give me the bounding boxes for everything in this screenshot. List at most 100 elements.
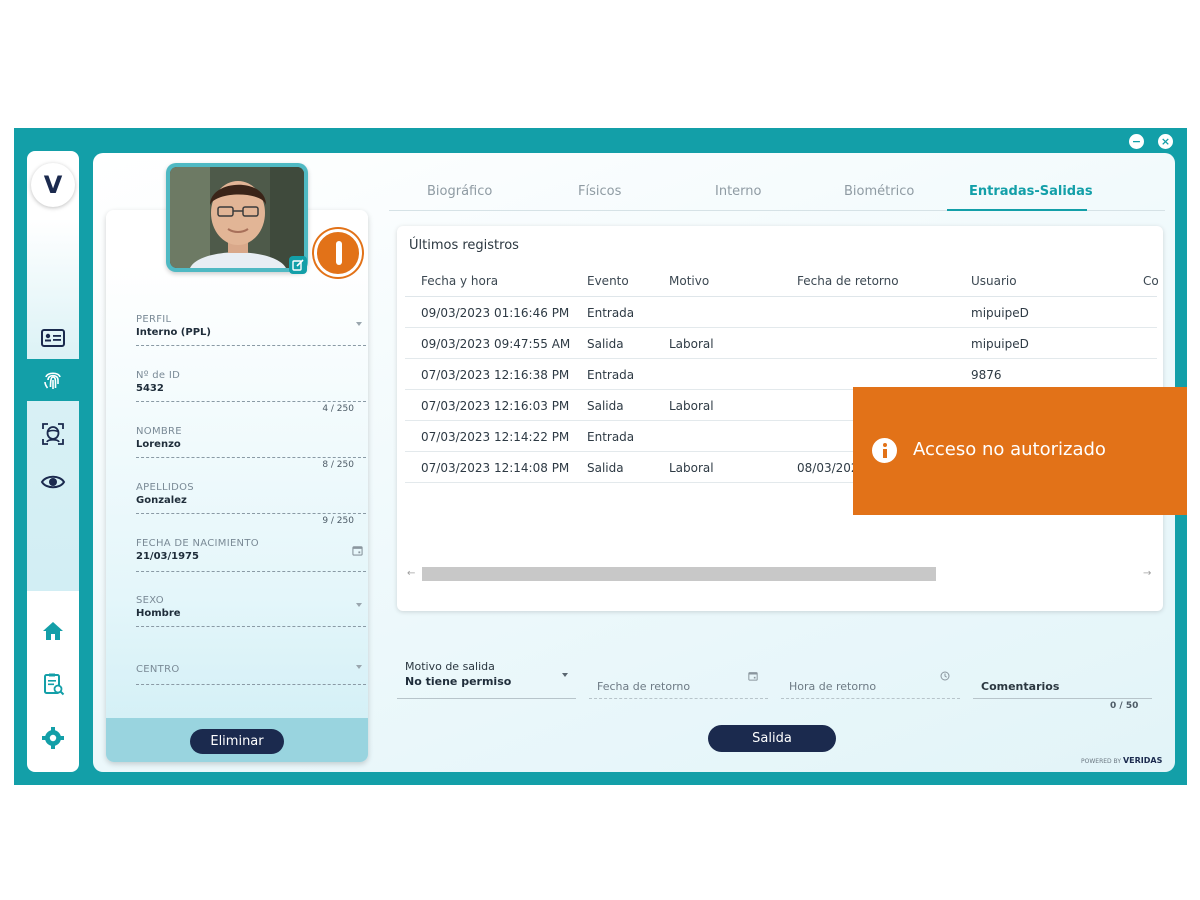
- rail-item-report[interactable]: [27, 663, 79, 705]
- column-header[interactable]: Fecha y hora: [421, 274, 498, 288]
- field-sex[interactable]: SEXO Hombre: [136, 595, 366, 627]
- comments-placeholder: Comentarios: [981, 680, 1060, 693]
- brand-name: VERIDAS: [1122, 756, 1163, 765]
- scroll-thumb[interactable]: [422, 567, 936, 581]
- cell-date: 07/03/2023 12:14:08 PM: [421, 461, 570, 475]
- return-time-placeholder: Hora de retorno: [789, 680, 877, 693]
- cell-user: mipuipeD: [971, 337, 1029, 351]
- cell-user: mipuipeD: [971, 306, 1029, 320]
- field-id-number[interactable]: Nº de ID 5432: [136, 370, 366, 402]
- clock-icon[interactable]: [940, 671, 950, 681]
- cell-date: 07/03/2023 12:14:22 PM: [421, 430, 570, 444]
- tab-entradas-salidas[interactable]: Entradas-Salidas: [969, 184, 1093, 199]
- chevron-down-icon: [356, 603, 362, 607]
- cell-return-date: 08/03/202: [797, 461, 859, 475]
- cell-reason: Laboral: [669, 461, 714, 475]
- tab-biografico[interactable]: Biográfico: [427, 184, 492, 199]
- rail-item-home[interactable]: [27, 610, 79, 652]
- field-value: Hombre: [136, 608, 181, 619]
- column-header[interactable]: Usuario: [971, 274, 1017, 288]
- table-row[interactable]: 09/03/2023 09:47:55 AM Salida Laboral mi…: [405, 328, 1157, 359]
- cell-event: Salida: [587, 399, 624, 413]
- table-row[interactable]: 07/03/2023 12:16:38 PM Entrada 9876: [405, 359, 1157, 390]
- return-date-input[interactable]: Fecha de retorno: [589, 653, 768, 699]
- powered-by-logo: POWERED BY VERIDAS: [1081, 756, 1162, 765]
- column-header[interactable]: Evento: [587, 274, 629, 288]
- comments-input[interactable]: Comentarios: [973, 653, 1152, 699]
- cell-event: Entrada: [587, 368, 635, 382]
- scroll-right-icon[interactable]: →: [1143, 567, 1151, 581]
- cell-user: 9876: [971, 368, 1002, 382]
- cell-date: 07/03/2023 12:16:38 PM: [421, 368, 570, 382]
- column-header[interactable]: Motivo: [669, 274, 709, 288]
- id-card-icon: [41, 329, 65, 347]
- field-center[interactable]: CENTRO: [136, 664, 366, 685]
- scroll-left-icon[interactable]: ←: [407, 567, 415, 581]
- tab-fisicos[interactable]: Físicos: [578, 184, 621, 199]
- delete-button[interactable]: Eliminar: [190, 729, 284, 754]
- toast-message: Acceso no autorizado: [913, 439, 1106, 460]
- field-profile[interactable]: PERFIL Interno (PPL): [136, 314, 366, 346]
- cell-event: Salida: [587, 337, 624, 351]
- cell-event: Entrada: [587, 306, 635, 320]
- rail-item-settings[interactable]: [27, 717, 79, 759]
- tab-biometrico[interactable]: Biométrico: [844, 184, 914, 199]
- return-time-input[interactable]: Hora de retorno: [781, 653, 960, 699]
- cell-reason: Laboral: [669, 399, 714, 413]
- home-icon: [43, 622, 63, 640]
- status-badge: [314, 229, 362, 277]
- field-value: Gonzalez: [136, 495, 187, 506]
- field-value: 21/03/1975: [136, 551, 199, 562]
- field-last-name[interactable]: APELLIDOS Gonzalez: [136, 482, 366, 514]
- field-first-name[interactable]: NOMBRE Lorenzo: [136, 426, 366, 458]
- column-header[interactable]: Co: [1143, 274, 1159, 288]
- rail-biometrics-section: [27, 219, 79, 591]
- cell-reason: Laboral: [669, 337, 714, 351]
- table-header: Fecha y hora Evento Motivo Fecha de reto…: [405, 270, 1159, 297]
- tab-bar: Biográfico Físicos Interno Biométrico En…: [389, 176, 1165, 211]
- field-value: 5432: [136, 383, 164, 394]
- field-label: Nº de ID: [136, 370, 181, 381]
- exit-reason-select[interactable]: Motivo de salida No tiene permiso: [397, 653, 576, 699]
- photo-edit-button[interactable]: [289, 256, 307, 274]
- minimize-button[interactable]: −: [1129, 134, 1144, 149]
- column-header[interactable]: Fecha de retorno: [797, 274, 899, 288]
- close-button[interactable]: ×: [1158, 134, 1173, 149]
- chevron-down-icon: [356, 322, 362, 326]
- exit-reason-value: No tiene permiso: [405, 675, 512, 688]
- field-label: NOMBRE: [136, 426, 182, 437]
- active-tab-indicator: [947, 209, 1087, 211]
- profile-photo-frame: [166, 163, 308, 272]
- cell-event: Entrada: [587, 430, 635, 444]
- exit-reason-label: Motivo de salida: [405, 660, 495, 673]
- rail-item-iris[interactable]: [27, 461, 79, 503]
- cell-date: 09/03/2023 01:16:46 PM: [421, 306, 570, 320]
- table-row[interactable]: 09/03/2023 01:16:46 PM Entrada mipuipeD: [405, 297, 1157, 328]
- info-icon: [872, 438, 897, 463]
- field-birth-date[interactable]: FECHA DE NACIMIENTO 21/03/1975: [136, 538, 366, 572]
- fingerprint-icon: [44, 372, 61, 389]
- char-counter: 8 / 250: [322, 460, 354, 470]
- horizontal-scrollbar[interactable]: ← →: [405, 567, 1157, 581]
- tab-interno[interactable]: Interno: [715, 184, 761, 199]
- rail-item-fingerprint[interactable]: [27, 359, 79, 401]
- profile-card: PERFIL Interno (PPL) Nº de ID 5432 4 / 2…: [106, 210, 368, 762]
- exit-button[interactable]: Salida: [708, 725, 836, 752]
- rail-item-face-scan[interactable]: [27, 413, 79, 455]
- calendar-icon[interactable]: [748, 671, 758, 681]
- edit-icon: [292, 259, 304, 271]
- app-window: − × V PERFIL Interno (PPL) Nº de ID 5432…: [14, 128, 1187, 785]
- field-value: Interno (PPL): [136, 327, 211, 338]
- profile-photo: [170, 167, 304, 268]
- field-value: Lorenzo: [136, 439, 181, 450]
- eye-icon: [40, 475, 66, 489]
- app-logo[interactable]: V: [31, 163, 75, 207]
- chevron-down-icon: [356, 665, 362, 669]
- records-title: Últimos registros: [409, 238, 519, 253]
- report-icon: [44, 673, 65, 696]
- field-label: FECHA DE NACIMIENTO: [136, 538, 259, 549]
- cell-date: 09/03/2023 09:47:55 AM: [421, 337, 571, 351]
- calendar-icon[interactable]: [352, 545, 363, 556]
- error-toast[interactable]: Acceso no autorizado: [853, 387, 1187, 515]
- rail-item-id-card[interactable]: [27, 317, 79, 359]
